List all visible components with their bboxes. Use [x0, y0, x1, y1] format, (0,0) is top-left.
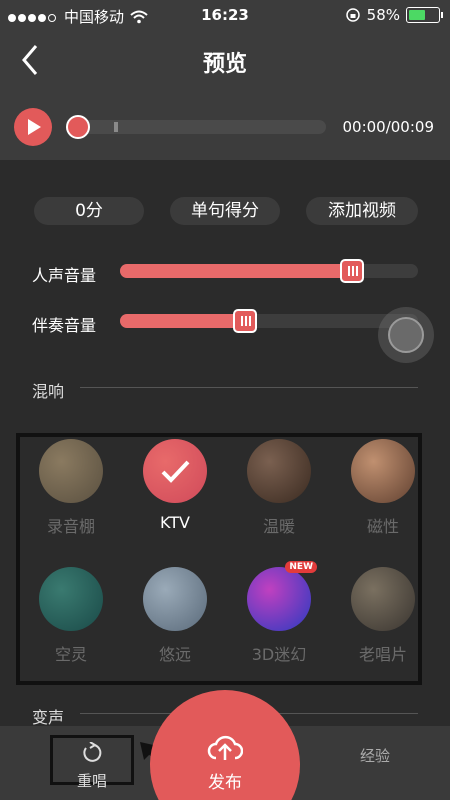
checkmark-icon [143, 439, 207, 503]
nav-bar: 预览 [0, 30, 450, 88]
reverb-effect-item[interactable]: 录音棚 [26, 439, 116, 537]
cloud-upload-icon [207, 735, 243, 760]
effect-thumbnail [351, 567, 415, 631]
playback-time: 00:00/00:09 [342, 118, 434, 136]
buffer-marker [114, 122, 118, 132]
battery-icon [406, 7, 443, 23]
battery-percent: 58% [366, 6, 400, 24]
reverb-section-title: 混响 [32, 382, 65, 401]
publish-button[interactable]: 发布 [150, 690, 300, 800]
rotation-lock-icon [345, 8, 360, 22]
reverb-effect-item[interactable]: 悠远 [130, 567, 220, 665]
reverb-effect-label: 3D迷幻 [251, 645, 307, 664]
effect-thumbnail [143, 567, 207, 631]
reverb-effect-item[interactable]: 温暖 [234, 439, 324, 537]
reverb-effect-label: 录音棚 [46, 517, 95, 536]
reverb-effect-item[interactable]: KTV [130, 439, 220, 532]
reverb-divider [80, 387, 418, 388]
page-title: 预览 [202, 52, 247, 77]
status-bar: 中国移动 16:23 58% [0, 0, 450, 30]
add-video-button[interactable]: 添加视频 [306, 197, 418, 225]
reverb-effect-label: 磁性 [366, 517, 399, 536]
reverb-effect-item[interactable]: 老唱片 [338, 567, 428, 665]
effect-thumbnail [247, 439, 311, 503]
reverb-effects-grid: 录音棚 KTV 温暖 磁性空灵 悠远 NEW 3D迷幻 老唱片 [16, 433, 422, 685]
effect-thumbnail: NEW [247, 561, 317, 631]
assistive-touch-button[interactable] [378, 307, 434, 363]
vocal-volume-slider[interactable] [120, 259, 418, 283]
retry-button[interactable]: 重唱 [50, 735, 134, 790]
effect-thumbnail [39, 567, 103, 631]
retry-label: 重唱 [76, 772, 107, 790]
audio-player: 00:00/00:09 [0, 100, 450, 156]
accompaniment-volume-slider[interactable] [120, 309, 418, 333]
reverb-effect-label: 温暖 [262, 517, 295, 536]
reverb-effect-label: 悠远 [158, 645, 191, 664]
accompaniment-volume-fill [120, 314, 246, 328]
vocal-volume-thumb[interactable] [340, 259, 365, 283]
new-badge: NEW [285, 561, 317, 573]
accompaniment-volume-thumb[interactable] [233, 309, 258, 333]
vocal-volume-label: 人声音量 [32, 266, 97, 285]
play-button[interactable] [14, 108, 52, 146]
reverb-effect-label: KTV [160, 513, 190, 532]
reverb-effect-item[interactable]: 空灵 [26, 567, 116, 665]
effect-thumbnail [39, 439, 103, 503]
share-label[interactable]: 经验 [360, 745, 390, 766]
publish-label: 发布 [208, 773, 242, 793]
retry-icon [83, 741, 102, 762]
accompaniment-volume-label: 伴奏音量 [32, 316, 97, 335]
effect-thumbnail [351, 439, 415, 503]
reverb-effect-item[interactable]: NEW 3D迷幻 [234, 561, 324, 665]
playback-knob[interactable] [66, 115, 90, 139]
play-icon [28, 119, 41, 135]
score-pill: 0分 [34, 197, 144, 225]
voice-change-section-title: 变声 [32, 708, 65, 727]
header-area: 中国移动 16:23 58% 预览 00:00/00:09 [0, 0, 450, 160]
vocal-volume-fill [120, 264, 353, 278]
reverb-effect-item[interactable]: 磁性 [338, 439, 428, 537]
reverb-effect-label: 老唱片 [358, 645, 407, 664]
playback-progress-bar[interactable] [66, 115, 326, 139]
reverb-effect-label: 空灵 [54, 645, 87, 664]
sentence-score-button[interactable]: 单句得分 [170, 197, 280, 225]
